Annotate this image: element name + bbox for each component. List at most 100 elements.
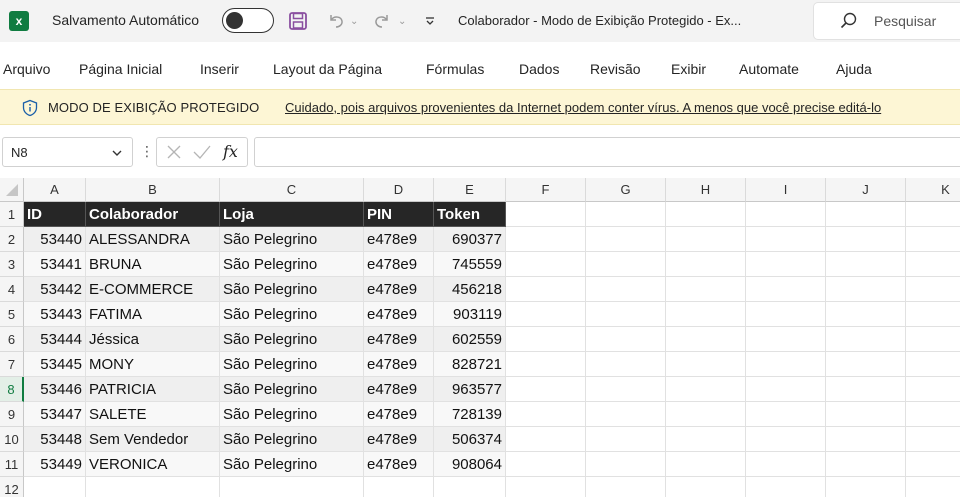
- empty-cell[interactable]: [906, 302, 960, 327]
- spreadsheet-grid[interactable]: A B C D E F G H I J K 1 2 3 4 5 6 7 8 9 10 11 12 ID Colaborador L…: [0, 178, 960, 497]
- empty-cell[interactable]: [826, 352, 906, 377]
- table-cell[interactable]: 53443: [24, 302, 86, 327]
- header-cell-b[interactable]: Colaborador: [86, 202, 220, 227]
- table-cell[interactable]: São Pelegrino: [220, 352, 364, 377]
- empty-cell[interactable]: [666, 302, 746, 327]
- empty-cell[interactable]: [666, 252, 746, 277]
- header-cell-c[interactable]: Loja: [220, 202, 364, 227]
- empty-cell[interactable]: [220, 477, 364, 497]
- table-cell[interactable]: 506374: [434, 427, 506, 452]
- column-header-h[interactable]: H: [666, 178, 746, 202]
- row-header-10[interactable]: 10: [0, 427, 24, 452]
- tab-inserir[interactable]: Inserir: [200, 61, 239, 77]
- table-cell[interactable]: ALESSANDRA: [86, 227, 220, 252]
- empty-cell[interactable]: [666, 277, 746, 302]
- tab-pagina-inicial[interactable]: Página Inicial: [79, 61, 162, 77]
- table-cell[interactable]: São Pelegrino: [220, 452, 364, 477]
- table-cell[interactable]: FATIMA: [86, 302, 220, 327]
- empty-cell[interactable]: [506, 352, 586, 377]
- table-cell[interactable]: 53448: [24, 427, 86, 452]
- table-cell[interactable]: 53446: [24, 377, 86, 402]
- tab-formulas[interactable]: Fórmulas: [426, 61, 484, 77]
- formula-input[interactable]: [254, 137, 960, 167]
- empty-cell[interactable]: [906, 202, 960, 227]
- tab-layout-da-pagina[interactable]: Layout da Página: [273, 61, 382, 77]
- table-cell[interactable]: 602559: [434, 327, 506, 352]
- empty-cell[interactable]: [506, 477, 586, 497]
- empty-cell[interactable]: [506, 377, 586, 402]
- column-header-i[interactable]: I: [746, 178, 826, 202]
- empty-cell[interactable]: [746, 302, 826, 327]
- empty-cell[interactable]: [746, 377, 826, 402]
- save-icon[interactable]: [288, 10, 308, 32]
- table-cell[interactable]: 903119: [434, 302, 506, 327]
- row-header-7[interactable]: 7: [0, 352, 24, 377]
- empty-cell[interactable]: [826, 477, 906, 497]
- empty-cell[interactable]: [586, 227, 666, 252]
- header-cell-e[interactable]: Token: [434, 202, 506, 227]
- enter-check-icon[interactable]: [192, 143, 212, 166]
- table-cell[interactable]: São Pelegrino: [220, 302, 364, 327]
- redo-dropdown-icon[interactable]: ⌄: [398, 10, 406, 32]
- empty-cell[interactable]: [586, 327, 666, 352]
- column-header-f[interactable]: F: [506, 178, 586, 202]
- empty-cell[interactable]: [86, 477, 220, 497]
- header-cell-d[interactable]: PIN: [364, 202, 434, 227]
- table-cell[interactable]: 53442: [24, 277, 86, 302]
- tab-arquivo[interactable]: Arquivo: [3, 61, 50, 77]
- table-cell[interactable]: SALETE: [86, 402, 220, 427]
- empty-cell[interactable]: [364, 477, 434, 497]
- empty-cell[interactable]: [506, 277, 586, 302]
- column-header-j[interactable]: J: [826, 178, 906, 202]
- undo-icon[interactable]: [326, 10, 346, 32]
- empty-cell[interactable]: [666, 327, 746, 352]
- empty-cell[interactable]: [506, 427, 586, 452]
- empty-cell[interactable]: [906, 477, 960, 497]
- row-header-5[interactable]: 5: [0, 302, 24, 327]
- empty-cell[interactable]: [666, 352, 746, 377]
- empty-cell[interactable]: [506, 402, 586, 427]
- tab-automate[interactable]: Automate: [739, 61, 799, 77]
- row-header-6[interactable]: 6: [0, 327, 24, 352]
- customize-toolbar-icon[interactable]: [424, 10, 436, 32]
- table-cell[interactable]: e478e9: [364, 227, 434, 252]
- empty-cell[interactable]: [906, 277, 960, 302]
- column-header-c[interactable]: C: [220, 178, 364, 202]
- table-cell[interactable]: e478e9: [364, 277, 434, 302]
- empty-cell[interactable]: [586, 427, 666, 452]
- empty-cell[interactable]: [586, 352, 666, 377]
- tab-ajuda[interactable]: Ajuda: [836, 61, 872, 77]
- row-header-3[interactable]: 3: [0, 252, 24, 277]
- banner-message-link[interactable]: Cuidado, pois arquivos provenientes da I…: [285, 100, 881, 115]
- column-header-e[interactable]: E: [434, 178, 506, 202]
- table-cell[interactable]: MONY: [86, 352, 220, 377]
- name-box[interactable]: N8: [2, 137, 133, 167]
- tab-dados[interactable]: Dados: [519, 61, 559, 77]
- empty-cell[interactable]: [746, 202, 826, 227]
- table-cell[interactable]: São Pelegrino: [220, 227, 364, 252]
- empty-cell[interactable]: [586, 252, 666, 277]
- table-cell[interactable]: 745559: [434, 252, 506, 277]
- empty-cell[interactable]: [666, 477, 746, 497]
- tab-exibir[interactable]: Exibir: [671, 61, 706, 77]
- insert-function-icon[interactable]: fx: [223, 142, 238, 161]
- table-cell[interactable]: e478e9: [364, 452, 434, 477]
- table-cell[interactable]: 456218: [434, 277, 506, 302]
- empty-cell[interactable]: [826, 327, 906, 352]
- empty-cell[interactable]: [906, 377, 960, 402]
- empty-cell[interactable]: [506, 202, 586, 227]
- chevron-down-icon[interactable]: [111, 146, 123, 164]
- table-cell[interactable]: PATRICIA: [86, 377, 220, 402]
- table-cell[interactable]: São Pelegrino: [220, 327, 364, 352]
- table-cell[interactable]: VERONICA: [86, 452, 220, 477]
- empty-cell[interactable]: [746, 252, 826, 277]
- empty-cell[interactable]: [906, 252, 960, 277]
- empty-cell[interactable]: [586, 277, 666, 302]
- column-header-d[interactable]: D: [364, 178, 434, 202]
- empty-cell[interactable]: [746, 402, 826, 427]
- table-cell[interactable]: E-COMMERCE: [86, 277, 220, 302]
- empty-cell[interactable]: [826, 377, 906, 402]
- empty-cell[interactable]: [826, 427, 906, 452]
- table-cell[interactable]: 728139: [434, 402, 506, 427]
- table-cell[interactable]: 53449: [24, 452, 86, 477]
